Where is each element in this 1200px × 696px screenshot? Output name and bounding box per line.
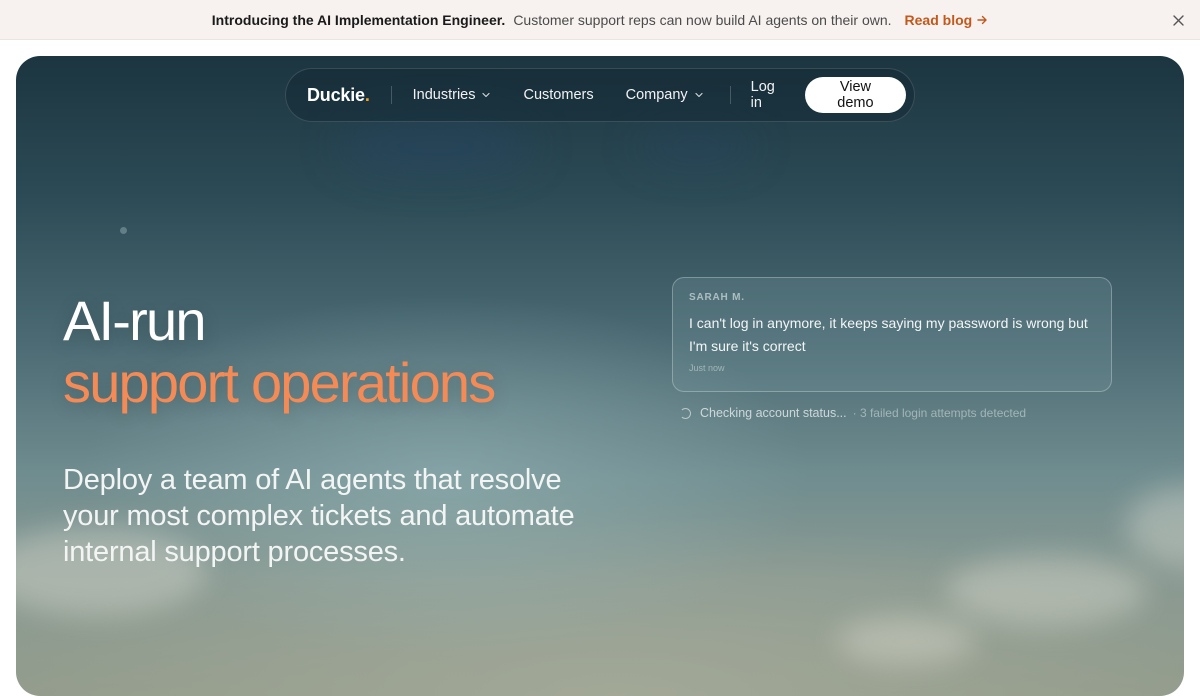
close-icon bbox=[1172, 14, 1184, 26]
chevron-down-icon bbox=[695, 92, 703, 98]
logo-text: Duckie bbox=[307, 84, 365, 105]
arrow-right-icon bbox=[977, 15, 987, 24]
nav-item-label: Customers bbox=[523, 87, 594, 103]
read-blog-label: Read blog bbox=[904, 11, 973, 28]
nav-divider bbox=[729, 86, 731, 104]
nav-item-company[interactable]: Company bbox=[626, 87, 704, 103]
status-text: Checking account status... bbox=[700, 406, 847, 420]
close-announcement-button[interactable] bbox=[1170, 12, 1186, 28]
chat-sender: SARAH M. bbox=[689, 292, 745, 303]
read-blog-link[interactable]: Read blog bbox=[905, 12, 989, 28]
cloud bbox=[1126, 486, 1184, 566]
agent-status: Checking account status... · 3 failed lo… bbox=[680, 406, 1026, 420]
headline-line-2: support operations bbox=[63, 351, 496, 414]
duckie-logo[interactable]: Duckie. bbox=[307, 85, 370, 106]
nav-item-industries[interactable]: Industries bbox=[413, 87, 492, 103]
announcement-title: Introducing the AI Implementation Engine… bbox=[211, 11, 506, 28]
chevron-down-icon bbox=[482, 92, 491, 98]
hero-headline: AI-run support operations bbox=[63, 289, 496, 414]
loading-spinner-icon bbox=[680, 407, 691, 419]
status-detail: · 3 failed login attempts detected bbox=[852, 406, 1027, 420]
sky-dot bbox=[120, 227, 127, 234]
sky-haze bbox=[336, 116, 536, 176]
cloud bbox=[946, 556, 1146, 626]
main-nav: Duckie. Industries Customers Company Log… bbox=[285, 68, 915, 122]
nav-item-label: Industries bbox=[412, 87, 476, 103]
announcement-description: Customer support reps can now build AI a… bbox=[513, 11, 892, 28]
announcement-bar: Introducing the AI Implementation Engine… bbox=[0, 0, 1200, 40]
hero-subheadline: Deploy a team of AI agents that resolve … bbox=[63, 464, 575, 568]
headline-line-1: AI-run bbox=[63, 289, 207, 352]
nav-item-customers[interactable]: Customers bbox=[523, 87, 593, 103]
chat-message: I can't log in anymore, it keeps saying … bbox=[689, 315, 1088, 354]
nav-divider bbox=[390, 86, 392, 104]
view-demo-button[interactable]: View demo bbox=[804, 77, 906, 113]
logo-dot: . bbox=[364, 84, 370, 105]
cloud bbox=[836, 616, 976, 666]
nav-item-label: Company bbox=[625, 87, 688, 103]
login-link[interactable]: Log in bbox=[751, 79, 789, 111]
sky-haze bbox=[636, 126, 756, 166]
chat-message-card: SARAH M. I can't log in anymore, it keep… bbox=[672, 277, 1112, 392]
hero-section: Duckie. Industries Customers Company Log… bbox=[16, 56, 1184, 696]
chat-timestamp: Just now bbox=[689, 363, 725, 373]
